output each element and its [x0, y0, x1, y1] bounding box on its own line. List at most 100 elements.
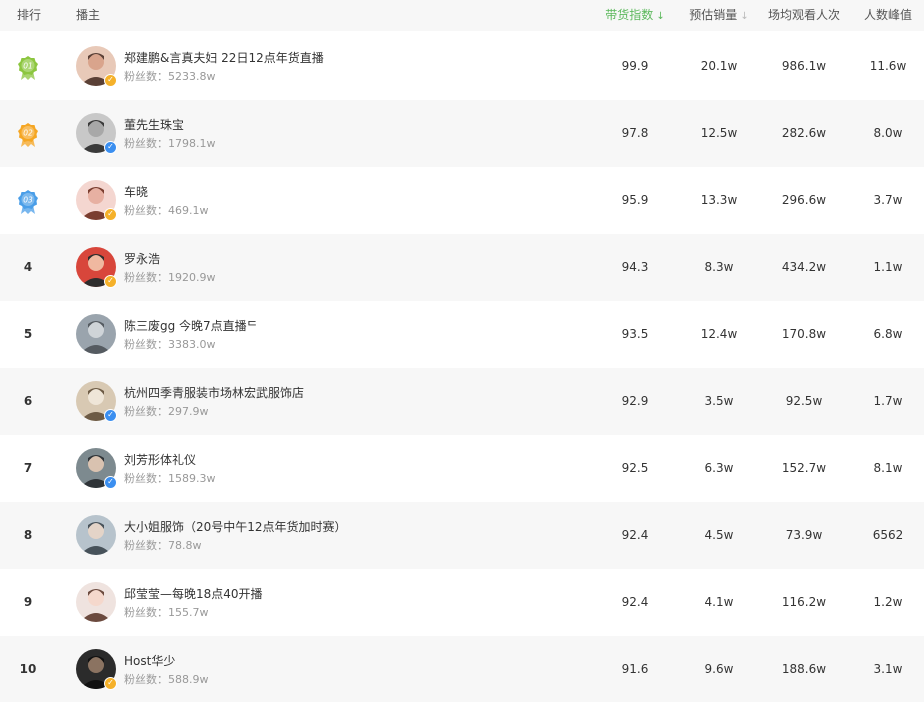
table-row[interactable]: 4 ✓ 罗永浩 粉丝数：1920.9w 94.3 8.3w 434.2w 1.1…: [0, 234, 924, 301]
average-viewers-value: 188.6w: [781, 662, 827, 676]
estimated-sales-value: 6.3w: [704, 461, 734, 475]
sales-index-value: 95.9: [621, 193, 649, 207]
estimated-sales-value: 8.3w: [704, 260, 734, 274]
avatar[interactable]: ✓: [76, 448, 117, 489]
host-name[interactable]: 邱莹莹—每晚18点40开播: [124, 585, 263, 602]
header-peak: 人数峰值: [863, 8, 912, 22]
average-viewers-value: 73.9w: [785, 528, 823, 542]
table-row[interactable]: 02 ✓ 董先生珠宝 粉丝数：1798.1w 97.8 12.5w 282.6w…: [0, 100, 924, 167]
peak-viewers-value: 3.7w: [873, 193, 903, 207]
verified-check-icon: ✓: [104, 409, 117, 422]
verified-check-icon: ✓: [104, 275, 117, 288]
verified-check-icon: ✓: [104, 74, 117, 87]
host-name[interactable]: 大小姐服饰（20号中午12点年货加时赛）: [124, 518, 347, 535]
avatar[interactable]: [76, 582, 116, 622]
sort-down-icon: ↓: [656, 11, 665, 22]
peak-viewers-value: 6.8w: [873, 327, 903, 341]
host-name[interactable]: 郑建鹏&言真夫妇 22日12点年货直播: [124, 49, 324, 66]
fan-count: 粉丝数：588.9w: [124, 673, 209, 686]
estimated-sales-value: 4.5w: [704, 528, 734, 542]
estimated-sales-value: 3.5w: [704, 394, 734, 408]
fan-count: 粉丝数：297.9w: [124, 405, 209, 418]
fan-count: 粉丝数：5233.8w: [124, 70, 216, 83]
estimated-sales-value: 9.6w: [704, 662, 734, 676]
rank-number: 8: [23, 528, 33, 542]
average-viewers-value: 282.6w: [781, 126, 827, 140]
average-viewers-value: 92.5w: [785, 394, 823, 408]
table-row[interactable]: 10 ✓ Host华少 粉丝数：588.9w 91.6 9.6w 188.6w …: [0, 636, 924, 702]
verified-check-icon: ✓: [104, 141, 117, 154]
peak-viewers-value: 8.1w: [873, 461, 903, 475]
sales-index-value: 91.6: [621, 662, 649, 676]
host-name[interactable]: 董先生珠宝: [124, 116, 184, 133]
medal-label: 01: [23, 62, 33, 71]
average-viewers-value: 152.7w: [781, 461, 827, 475]
table-row[interactable]: 9 邱莹莹—每晚18点40开播 粉丝数：155.7w 92.4 4.1w 116…: [0, 569, 924, 636]
host-name[interactable]: 杭州四季青服装市场林宏武服饰店: [124, 384, 304, 401]
fan-count: 粉丝数：155.7w: [124, 606, 209, 619]
avatar[interactable]: [76, 314, 116, 354]
sort-down-icon: ↓: [740, 11, 749, 22]
avatar[interactable]: ✓: [76, 46, 117, 87]
rank-number: 9: [23, 595, 33, 609]
fan-count: 粉丝数：1920.9w: [124, 271, 216, 284]
avatar[interactable]: ✓: [76, 113, 117, 154]
table-row[interactable]: 7 ✓ 刘芳形体礼仪 粉丝数：1589.3w 92.5 6.3w 152.7w …: [0, 435, 924, 502]
sales-index-value: 94.3: [621, 260, 649, 274]
peak-viewers-value: 8.0w: [873, 126, 903, 140]
sort-by-sales-header[interactable]: 预估销量 ↓: [684, 0, 754, 31]
sales-index-value: 92.4: [621, 595, 649, 609]
table-row[interactable]: 8 大小姐服饰（20号中午12点年货加时赛） 粉丝数：78.8w 92.4 4.…: [0, 502, 924, 569]
rank-number: 6: [23, 394, 33, 408]
fan-count: 粉丝数：3383.0w: [124, 338, 216, 351]
fan-count: 粉丝数：1798.1w: [124, 137, 216, 150]
header-sales-label: 预估销量: [689, 8, 738, 22]
estimated-sales-value: 12.4w: [700, 327, 738, 341]
average-viewers-value: 296.6w: [781, 193, 827, 207]
avatar[interactable]: ✓: [76, 381, 117, 422]
header-index-label: 带货指数: [605, 8, 654, 22]
rank-medal-icon: 02: [18, 123, 38, 147]
verified-check-icon: ✓: [104, 476, 117, 489]
estimated-sales-value: 20.1w: [700, 59, 738, 73]
host-name[interactable]: Host华少: [124, 652, 175, 669]
estimated-sales-value: 12.5w: [700, 126, 738, 140]
sort-by-index-header[interactable]: 带货指数 ↓: [600, 0, 670, 31]
avatar[interactable]: ✓: [76, 649, 117, 690]
rank-medal-icon: 01: [18, 56, 38, 80]
sales-index-value: 93.5: [621, 327, 649, 341]
rank-number: 4: [23, 260, 33, 274]
fan-count: 粉丝数：469.1w: [124, 204, 209, 217]
host-name[interactable]: 刘芳形体礼仪: [124, 451, 196, 468]
table-row[interactable]: 01 ✓ 郑建鹏&言真夫妇 22日12点年货直播 粉丝数：5233.8w 99.…: [0, 33, 924, 100]
medal-label: 02: [23, 129, 33, 138]
peak-viewers-value: 1.7w: [873, 394, 903, 408]
peak-viewers-value: 11.6w: [869, 59, 907, 73]
header-host: 播主: [76, 8, 101, 22]
rank-medal-icon: 03: [18, 190, 38, 214]
average-viewers-value: 434.2w: [781, 260, 827, 274]
table-row[interactable]: 6 ✓ 杭州四季青服装市场林宏武服饰店 粉丝数：297.9w 92.9 3.5w…: [0, 368, 924, 435]
peak-viewers-value: 3.1w: [873, 662, 903, 676]
header-viewers: 场均观看人次: [767, 8, 840, 22]
sales-index-value: 92.5: [621, 461, 649, 475]
header-rank: 排行: [17, 8, 42, 22]
host-ranking-table: 排行 播主 带货指数 ↓ 预估销量 ↓ 场均观看人次 人数峰值 01 ✓ 郑建鹏…: [0, 0, 924, 702]
sales-index-value: 92.4: [621, 528, 649, 542]
peak-viewers-value: 1.1w: [873, 260, 903, 274]
average-viewers-value: 986.1w: [781, 59, 827, 73]
avatar[interactable]: ✓: [76, 247, 117, 288]
sales-index-value: 99.9: [621, 59, 649, 73]
table-row[interactable]: 5 陈三废gg 今晚7点直播ᄃ 粉丝数：3383.0w 93.5 12.4w 1…: [0, 301, 924, 368]
avatar[interactable]: [76, 515, 116, 555]
rank-number: 10: [19, 662, 37, 676]
verified-check-icon: ✓: [104, 677, 117, 690]
table-row[interactable]: 03 ✓ 车晓 粉丝数：469.1w 95.9 13.3w 296.6w 3.7…: [0, 167, 924, 234]
host-name[interactable]: 陈三废gg 今晚7点直播ᄃ: [124, 317, 258, 334]
host-name[interactable]: 罗永浩: [124, 250, 160, 267]
sales-index-value: 92.9: [621, 394, 649, 408]
fan-count: 粉丝数：78.8w: [124, 539, 202, 552]
verified-check-icon: ✓: [104, 208, 117, 221]
host-name[interactable]: 车晓: [124, 183, 148, 200]
avatar[interactable]: ✓: [76, 180, 117, 221]
